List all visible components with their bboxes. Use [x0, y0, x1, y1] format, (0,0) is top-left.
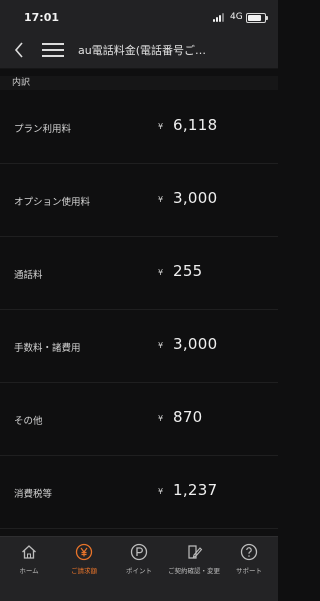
- tab-bar: ホーム ご請求額 ポイント ご契約確認・変更 サポート: [0, 536, 278, 601]
- item-amount: 3,000: [173, 189, 218, 207]
- item-amount: 1,237: [173, 481, 218, 499]
- battery-icon: [246, 13, 268, 23]
- item-label: プラン利用料: [14, 124, 72, 135]
- currency-symbol: ¥: [158, 487, 164, 496]
- tab-billing[interactable]: ご請求額: [56, 543, 112, 583]
- tab-contract[interactable]: ご契約確認・変更: [166, 543, 222, 583]
- list-item: 手数料・諸費用 ¥ 3,000: [0, 310, 278, 383]
- tab-label: ご契約確認・変更: [168, 567, 220, 575]
- item-label: 消費税等: [14, 489, 53, 500]
- currency-symbol: ¥: [158, 195, 164, 204]
- currency-symbol: ¥: [158, 341, 164, 350]
- list-item: 通話料 ¥ 255: [0, 237, 278, 310]
- list-item: オプション使用料 ¥ 3,000: [0, 164, 278, 237]
- currency-symbol: ¥: [158, 414, 164, 423]
- currency-symbol: ¥: [158, 268, 164, 277]
- list-item: プラン利用料 ¥ 6,118: [0, 91, 278, 164]
- section-header: 内訳: [0, 76, 278, 90]
- yen-icon: [75, 543, 93, 561]
- menu-button[interactable]: [42, 42, 66, 58]
- item-label: 手数料・諸費用: [14, 343, 81, 354]
- tab-label: ご請求額: [71, 567, 97, 575]
- item-amount: 255: [173, 262, 203, 280]
- status-bar: 17:01 4G: [0, 0, 278, 32]
- points-icon: [130, 543, 148, 561]
- back-button[interactable]: [10, 39, 30, 61]
- tab-label: ホーム: [19, 567, 39, 575]
- tab-label: サポート: [236, 567, 262, 575]
- currency-symbol: ¥: [158, 122, 164, 131]
- item-amount: 3,000: [173, 335, 218, 353]
- signal-icon: [213, 13, 227, 22]
- list-item: その他 ¥ 870: [0, 383, 278, 456]
- page-title: au電話料金(電話番号ご…: [78, 44, 207, 57]
- item-amount: 870: [173, 408, 203, 426]
- tab-points[interactable]: ポイント: [111, 543, 167, 583]
- contract-edit-icon: [188, 545, 203, 559]
- tab-support[interactable]: サポート: [221, 543, 277, 583]
- breakdown-list: プラン利用料 ¥ 6,118 オプション使用料 ¥ 3,000 通話料 ¥ 25…: [0, 91, 278, 529]
- tab-label: ポイント: [126, 567, 152, 575]
- chevron-left-icon: [14, 42, 23, 58]
- network-label: 4G: [230, 12, 243, 22]
- list-item: 消費税等 ¥ 1,237: [0, 456, 278, 529]
- item-label: 通話料: [14, 270, 43, 281]
- item-label: その他: [14, 416, 43, 427]
- nav-bar: au電話料金(電話番号ご…: [0, 32, 278, 69]
- status-time: 17:01: [24, 11, 60, 24]
- support-icon: [240, 543, 258, 561]
- item-label: オプション使用料: [14, 197, 91, 208]
- home-icon: [22, 545, 36, 559]
- item-amount: 6,118: [173, 116, 218, 134]
- tab-home[interactable]: ホーム: [1, 543, 57, 583]
